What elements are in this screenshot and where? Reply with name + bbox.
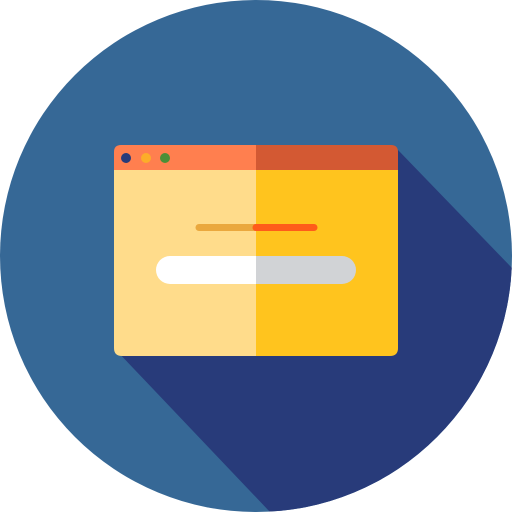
browser-window (114, 145, 398, 356)
icon-canvas (0, 0, 512, 512)
window-dot-close (121, 153, 131, 163)
window-titlebar-left (114, 145, 256, 170)
browser-login-window-icon (0, 0, 512, 512)
window-titlebar-right (256, 145, 398, 170)
window-dot-maximize (160, 153, 170, 163)
window-dot-minimize (141, 153, 151, 163)
input-field-left (156, 256, 256, 284)
input-field-right (256, 256, 356, 284)
